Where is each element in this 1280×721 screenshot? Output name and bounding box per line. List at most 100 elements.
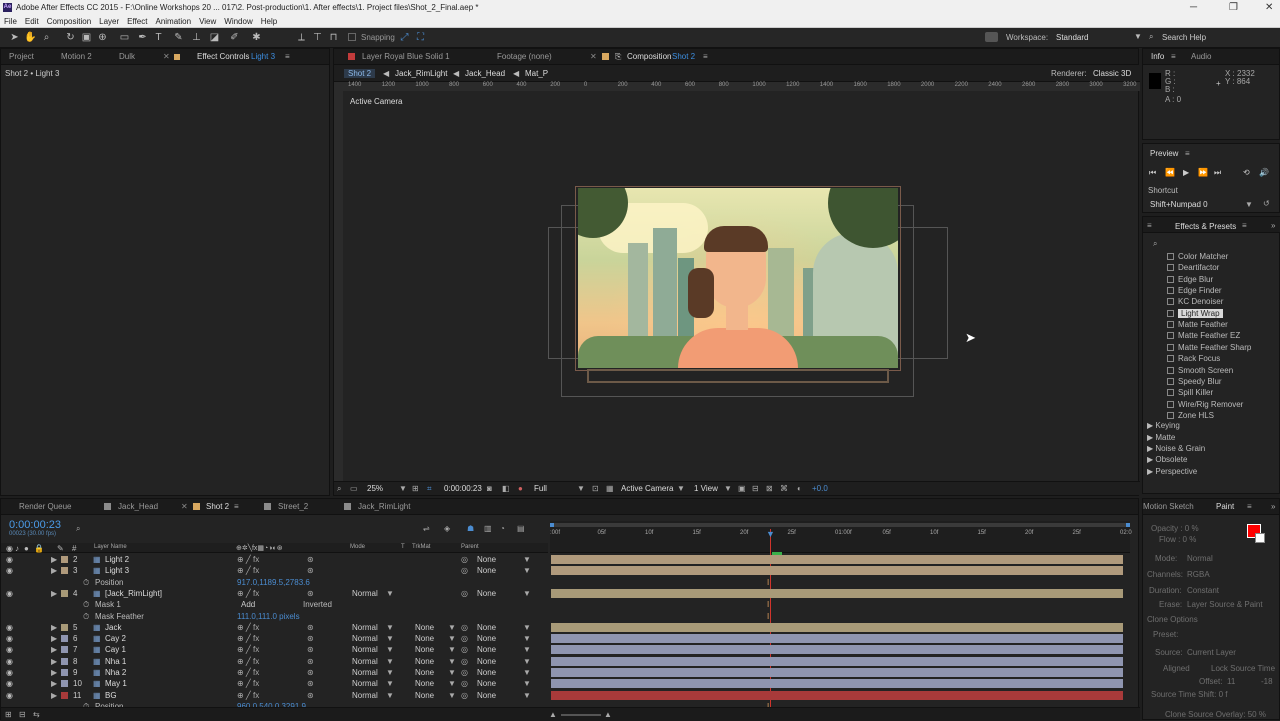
expand-arrow-icon[interactable]: ▶: [51, 623, 57, 632]
3d-layer-icon[interactable]: ⊛: [307, 657, 314, 666]
parent-select[interactable]: None: [477, 623, 496, 632]
chevron-down-icon[interactable]: ▼: [448, 634, 456, 643]
layer-name[interactable]: [Jack_RimLight]: [105, 589, 162, 598]
parent-select[interactable]: None: [477, 589, 496, 598]
viewer-timecode[interactable]: 0:00:00:23: [444, 484, 482, 493]
3d-layer-icon[interactable]: ⊛: [307, 645, 314, 654]
switches-icons[interactable]: ⊕ ╱ fx: [237, 679, 259, 688]
paint-channels-select[interactable]: RGBA: [1187, 570, 1210, 579]
tab-audio[interactable]: Audio: [1191, 52, 1211, 61]
chevron-down-icon[interactable]: ▼: [523, 668, 531, 677]
chevron-down-icon[interactable]: ▼: [523, 657, 531, 666]
chevron-down-icon[interactable]: ▼: [386, 679, 394, 688]
chevron-down-icon[interactable]: ▼: [448, 657, 456, 666]
channel-icon[interactable]: ●: [518, 484, 523, 493]
panel-close-icon[interactable]: ≡: [1147, 221, 1152, 230]
expand-in-out-icon[interactable]: ⇆: [33, 710, 40, 719]
roto-brush-tool-icon[interactable]: ✐: [228, 31, 241, 44]
col-trkmat[interactable]: TrkMat: [412, 544, 430, 550]
layer-duration-bar[interactable]: [551, 679, 1123, 689]
search-icon[interactable]: ⌕: [76, 524, 80, 534]
parent-select[interactable]: None: [477, 645, 496, 654]
paint-flow[interactable]: Flow : 0 %: [1159, 535, 1196, 544]
chevron-down-icon[interactable]: ▼: [448, 668, 456, 677]
trkmat-select[interactable]: None: [415, 657, 434, 666]
world-axis-icon[interactable]: ⊤: [311, 31, 324, 44]
crumb-jack-rimlight[interactable]: Jack_RimLight: [395, 69, 447, 78]
panel-menu-icon[interactable]: ≡: [1247, 502, 1252, 511]
effect-item[interactable]: Color Matcher: [1143, 251, 1280, 262]
menu-composition[interactable]: Composition: [47, 17, 91, 26]
switches-icons[interactable]: ⊕ ╱ fx: [237, 623, 259, 632]
stopwatch-icon[interactable]: ⏱: [83, 612, 89, 622]
chevron-down-icon[interactable]: ▼: [448, 691, 456, 700]
eye-icon[interactable]: ◉: [6, 623, 13, 632]
view-axis-icon[interactable]: ⊓: [327, 31, 340, 44]
effect-category[interactable]: ▶ Matte: [1147, 433, 1175, 442]
menu-file[interactable]: File: [4, 17, 17, 26]
eye-icon[interactable]: ◉: [6, 555, 13, 564]
title-safe-icon[interactable]: ⊞: [412, 484, 419, 493]
resolution-select[interactable]: Full: [534, 484, 547, 493]
graph-editor-icon[interactable]: ▤: [517, 524, 525, 533]
pickwhip-icon[interactable]: ◎: [461, 589, 468, 598]
label-icon[interactable]: ✎: [57, 544, 64, 553]
3d-layer-icon[interactable]: ⊛: [307, 555, 314, 564]
eye-icon[interactable]: ◉: [6, 589, 13, 598]
region-of-interest-icon[interactable]: ⊡: [592, 484, 599, 493]
mode-select[interactable]: Normal: [352, 691, 378, 700]
tab-layer-solid[interactable]: Layer Royal Blue Solid 1: [362, 52, 450, 61]
chevron-down-icon[interactable]: ▼: [448, 645, 456, 654]
effect-item[interactable]: Matte Feather: [1143, 319, 1280, 330]
effect-category[interactable]: ▶ Perspective: [1147, 467, 1197, 476]
paint-offset-y[interactable]: -18: [1261, 677, 1273, 686]
chevron-down-icon[interactable]: ▼: [386, 623, 394, 632]
toggle-pixel-aspect-icon[interactable]: ▣: [738, 484, 746, 493]
expand-transfer-icon[interactable]: ⊟: [19, 710, 26, 719]
trkmat-select[interactable]: None: [415, 691, 434, 700]
zoom-select[interactable]: 25%: [367, 484, 383, 493]
stopwatch-icon[interactable]: ⏱: [83, 578, 89, 588]
layer-duration-bar[interactable]: [551, 645, 1123, 655]
trkmat-select[interactable]: None: [415, 623, 434, 632]
previous-frame-icon[interactable]: ⏪: [1165, 168, 1175, 177]
3d-layer-icon[interactable]: ⊛: [307, 566, 314, 575]
chevron-down-icon[interactable]: ▼: [448, 679, 456, 688]
close-icon[interactable]: ✕: [1265, 2, 1273, 13]
trkmat-select[interactable]: None: [415, 668, 434, 677]
eye-icon[interactable]: ◉: [6, 645, 13, 654]
expand-layers-icon[interactable]: ⊞: [5, 710, 12, 719]
paint-mode-select[interactable]: Normal: [1187, 554, 1213, 563]
chevron-down-icon[interactable]: ▼: [577, 484, 585, 493]
tab-paint[interactable]: Paint: [1216, 502, 1234, 511]
switches-icons[interactable]: ⊕ ╱ fx: [237, 691, 259, 700]
chevron-down-icon[interactable]: ▼: [523, 623, 531, 632]
label-color-swatch[interactable]: [61, 589, 68, 597]
eye-icon[interactable]: ◉: [6, 634, 13, 643]
layer-duration-bar[interactable]: [551, 690, 1123, 700]
magnifier-icon[interactable]: ⌕: [337, 484, 341, 494]
layer-row[interactable]: ◉ ▶ 11 ▦ BG ⊕ ╱ fx ⊛ Normal ▼ None ▼ ◎ None ▼: [1, 690, 548, 701]
property-row[interactable]: ⏱ Mask Feather 111.0,111.0 pixels I: [1, 611, 1140, 622]
chevron-down-icon[interactable]: ▼: [448, 623, 456, 632]
layer-row[interactable]: ◉ ▶ 5 ▦ Jack ⊕ ╱ fx ⊛ Normal ▼ None ▼ ◎ None ▼: [1, 622, 548, 633]
crumb-shot-2[interactable]: Shot 2: [344, 69, 376, 78]
chevron-down-icon[interactable]: ▼: [1134, 32, 1142, 41]
chevron-down-icon[interactable]: ▼: [523, 634, 531, 643]
snapping-checkbox[interactable]: [348, 33, 356, 41]
switches-icons[interactable]: ⊕ ╱ fx: [237, 634, 259, 643]
pickwhip-icon[interactable]: ◎: [461, 566, 468, 575]
layer-name[interactable]: Light 3: [105, 566, 129, 575]
property-row[interactable]: ⏱ Position 917.0,1189.5,2783.6 I: [1, 577, 1140, 588]
tab-project[interactable]: Project: [9, 52, 34, 61]
trkmat-select[interactable]: None: [415, 634, 434, 643]
exposure-icon[interactable]: ◐: [797, 484, 802, 493]
switches-icons[interactable]: ⊕ ╱ fx: [237, 645, 259, 654]
minimize-icon[interactable]: ─: [1190, 2, 1197, 13]
label-color-swatch[interactable]: [61, 567, 68, 575]
chevron-down-icon[interactable]: ▼: [386, 634, 394, 643]
pan-behind-tool-icon[interactable]: ⊕: [96, 31, 109, 44]
layer-name[interactable]: Cay 1: [105, 645, 126, 654]
effect-item[interactable]: Zone HLS: [1143, 410, 1280, 421]
flowchart-icon[interactable]: ⌘: [780, 484, 788, 493]
